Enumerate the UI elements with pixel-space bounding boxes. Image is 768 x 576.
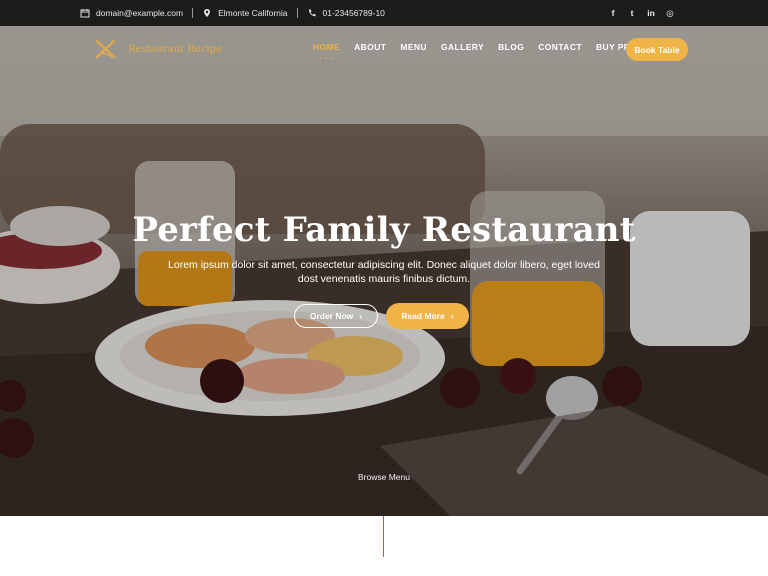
- hero-title: Perfect Family Restaurant: [132, 210, 636, 250]
- linkedin-icon[interactable]: in: [647, 8, 655, 18]
- email-info[interactable]: domain@example.com: [80, 8, 183, 18]
- social-links: f t in ◎: [609, 0, 674, 26]
- chevron-right-icon: ›: [359, 311, 363, 321]
- phone-text[interactable]: 01-23456789-10: [323, 8, 385, 18]
- chevron-right-icon: ›: [450, 311, 454, 321]
- nav-item-about[interactable]: ABOUT: [354, 42, 386, 52]
- site-logo[interactable]: Restaurant Recipe: [94, 38, 222, 60]
- top-bar: domain@example.com Elmonte California 01…: [0, 0, 768, 26]
- divider: [192, 8, 194, 18]
- order-now-label: Order Now: [309, 311, 354, 321]
- twitter-icon[interactable]: t: [628, 8, 636, 18]
- contact-info: domain@example.com Elmonte California 01…: [80, 0, 385, 26]
- location-text: Elmonte California: [218, 8, 288, 18]
- hero-description: Lorem ipsum dolor sit amet, consectetur …: [168, 259, 600, 285]
- map-pin-icon: [204, 9, 211, 17]
- phone-icon: [308, 9, 316, 17]
- browse-menu-link[interactable]: Browse Menu: [0, 472, 768, 482]
- nav-item-home[interactable]: HOME: [313, 42, 340, 52]
- order-now-button[interactable]: Order Now ›: [294, 304, 378, 328]
- main-navigation: HOME ABOUT MENU GALLERY BLOG CONTACT BUY…: [313, 42, 637, 52]
- calendar-icon: [80, 9, 90, 18]
- scroll-indicator-line: [383, 516, 384, 557]
- nav-item-menu[interactable]: MENU: [400, 42, 427, 52]
- crossed-utensils-icon: [95, 39, 116, 59]
- read-more-label: Read More: [401, 311, 445, 321]
- nav-item-blog[interactable]: BLOG: [498, 42, 524, 52]
- facebook-icon[interactable]: f: [609, 8, 617, 18]
- book-table-button[interactable]: Book Table: [626, 38, 688, 61]
- logo-text[interactable]: Restaurant Recipe: [128, 44, 222, 55]
- phone-info[interactable]: 01-23456789-10: [307, 8, 385, 18]
- divider: [296, 8, 298, 18]
- nav-item-contact[interactable]: CONTACT: [538, 42, 582, 52]
- instagram-icon[interactable]: ◎: [666, 8, 674, 19]
- read-more-button[interactable]: Read More ›: [386, 303, 469, 329]
- nav-item-gallery[interactable]: GALLERY: [441, 42, 484, 52]
- location-info: Elmonte California: [202, 8, 288, 18]
- email-text[interactable]: domain@example.com: [96, 8, 183, 18]
